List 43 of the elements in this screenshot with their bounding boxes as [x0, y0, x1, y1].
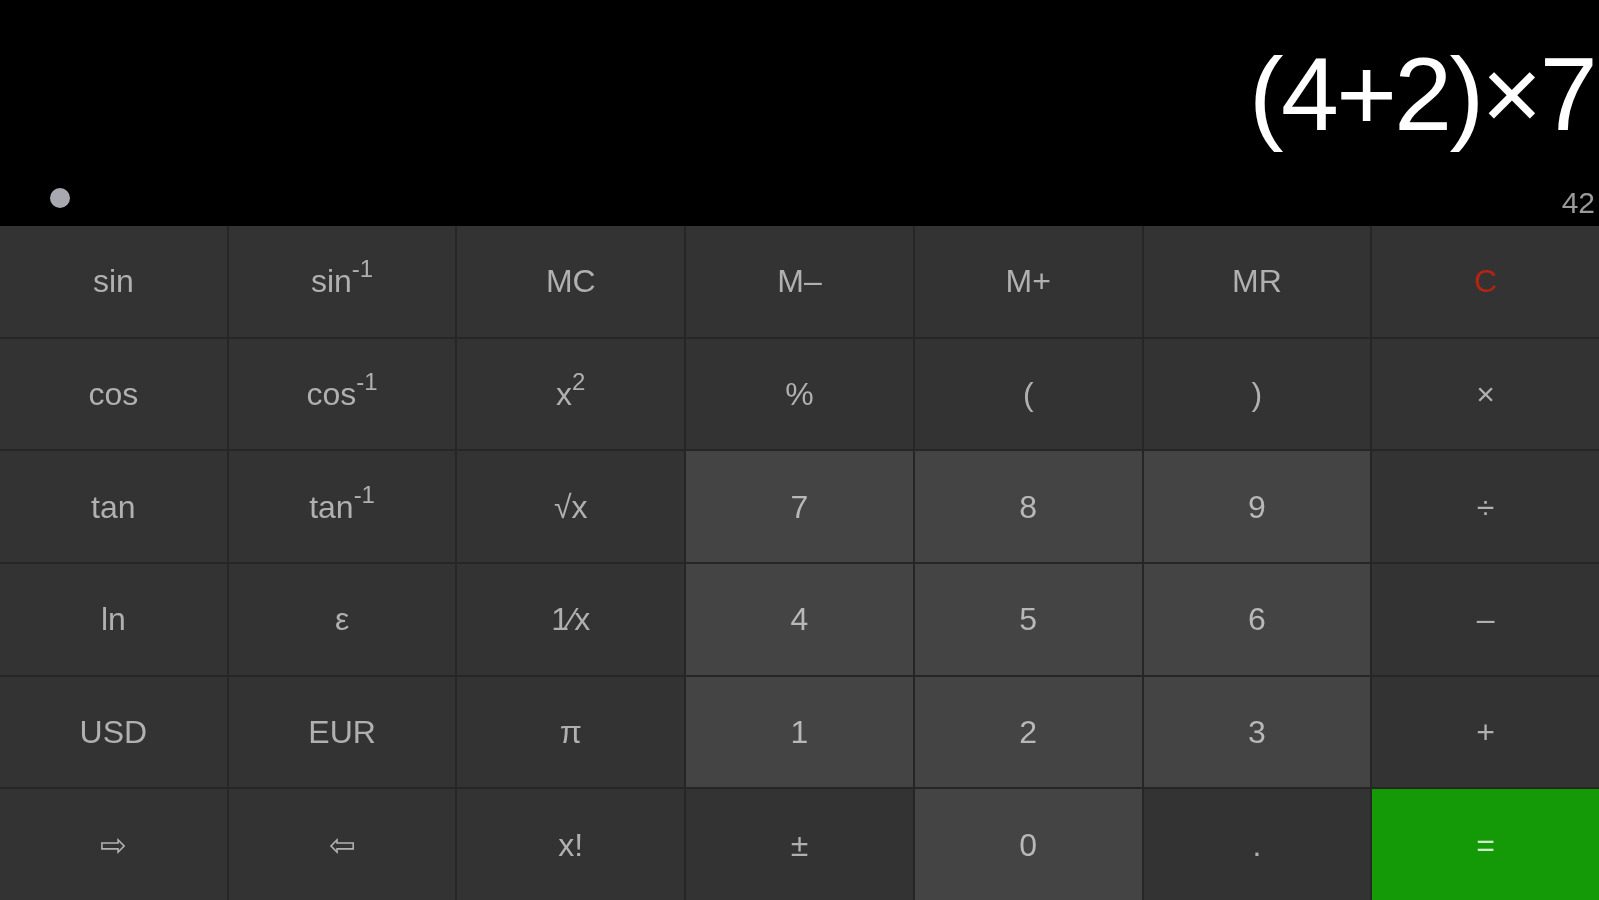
- calculator-key[interactable]: 2: [914, 676, 1142, 788]
- calculator-key[interactable]: ÷: [1372, 451, 1599, 562]
- calculator-key[interactable]: ): [1143, 338, 1371, 450]
- calculator-key[interactable]: cos$^{-1}$: [228, 338, 456, 450]
- calculator-key[interactable]: cos: [0, 338, 227, 450]
- calculator-key[interactable]: ×: [1372, 338, 1599, 450]
- calculator-key[interactable]: 6: [1143, 564, 1371, 675]
- calculator-key[interactable]: M–: [686, 226, 913, 337]
- calculator-key[interactable]: ⇨: [0, 789, 227, 900]
- calculator-key[interactable]: 1⁄x: [457, 564, 685, 675]
- calculator-key[interactable]: ⇦: [228, 789, 456, 900]
- calculator-key[interactable]: USD: [0, 676, 227, 788]
- calculator-key[interactable]: 0: [914, 789, 1142, 900]
- calculator-key[interactable]: %: [686, 338, 913, 450]
- calculator-key[interactable]: x$^{2}$: [457, 338, 685, 450]
- calculator-key[interactable]: x!: [457, 789, 685, 900]
- calculator-key[interactable]: √x: [457, 451, 685, 562]
- calculator-key[interactable]: 5: [914, 564, 1142, 675]
- calculator-key[interactable]: MR: [1143, 226, 1371, 337]
- page-indicator-icon: [50, 188, 70, 208]
- calculator-key[interactable]: MC: [457, 226, 685, 337]
- calculator-key[interactable]: 8: [914, 451, 1142, 562]
- calculator-key[interactable]: π: [457, 676, 685, 788]
- calculator-key[interactable]: 4: [686, 564, 913, 675]
- calculator-key[interactable]: 1: [686, 676, 913, 788]
- calculator-key[interactable]: EUR: [228, 676, 456, 788]
- calculator-key[interactable]: ε: [228, 564, 456, 675]
- calculator-key[interactable]: tan$^{-1}$: [228, 451, 456, 562]
- calculator-key[interactable]: 9: [1143, 451, 1371, 562]
- calculator-key[interactable]: 3: [1143, 676, 1371, 788]
- calculator-key[interactable]: 7: [686, 451, 913, 562]
- calculator-key[interactable]: ±: [686, 789, 913, 900]
- calculator-key[interactable]: M+: [914, 226, 1142, 337]
- calculator-key[interactable]: sin: [0, 226, 227, 337]
- calculator-key[interactable]: (: [914, 338, 1142, 450]
- calculator-key[interactable]: sin$^{-1}$: [228, 226, 456, 337]
- expression-display: (4+2)×7: [1248, 35, 1595, 154]
- calculator-key[interactable]: ln: [0, 564, 227, 675]
- calculator-key[interactable]: +: [1372, 676, 1599, 788]
- result-display: 42: [1561, 188, 1595, 218]
- calculator-key[interactable]: –: [1372, 564, 1599, 675]
- calculator-key[interactable]: tan: [0, 451, 227, 562]
- calculator-key[interactable]: .: [1143, 789, 1371, 900]
